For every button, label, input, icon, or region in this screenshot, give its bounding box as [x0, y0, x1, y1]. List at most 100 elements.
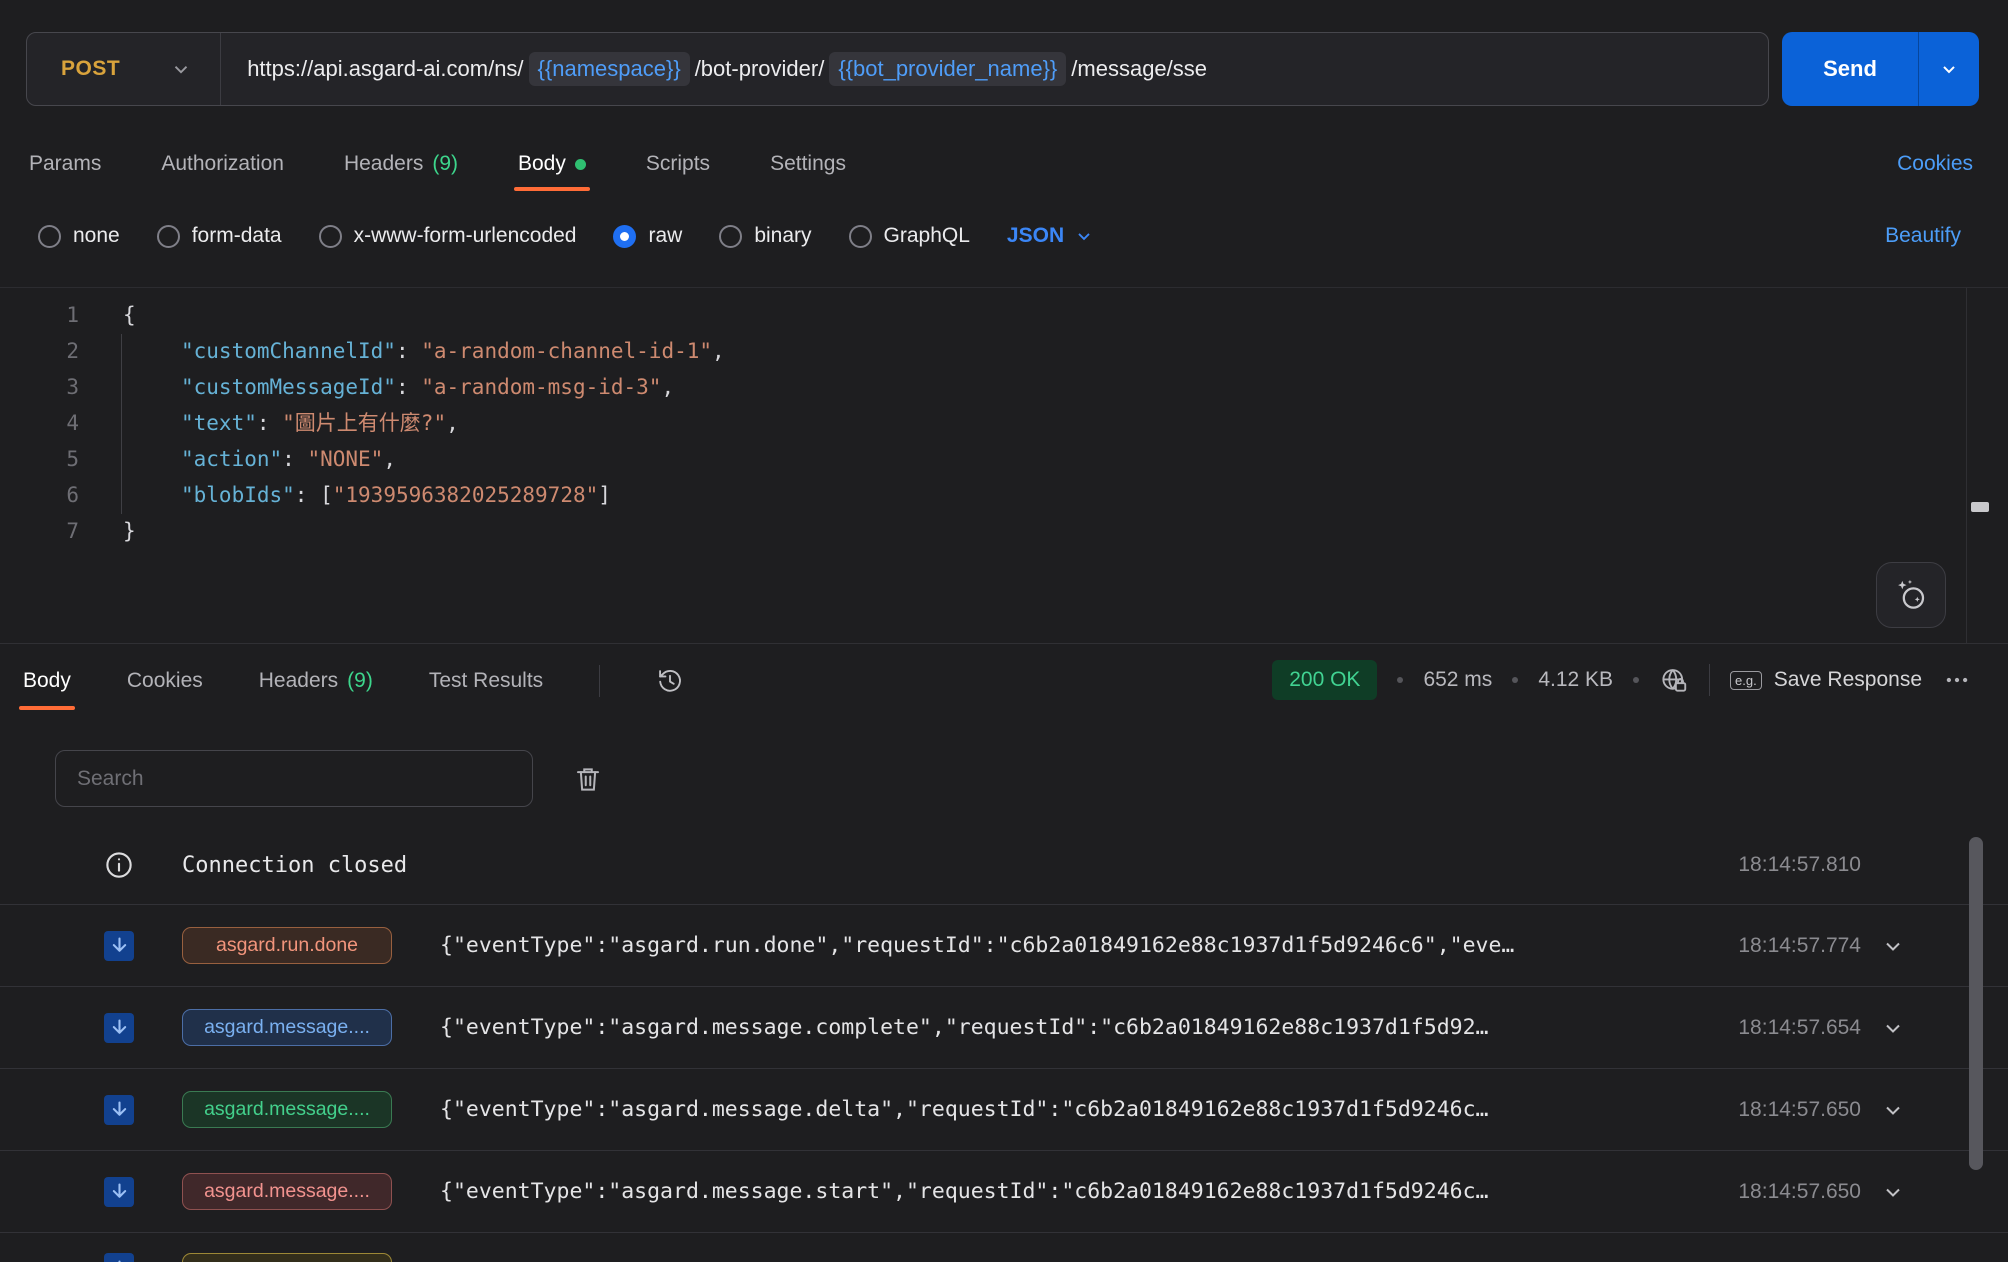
expand-chevron-icon[interactable]	[1881, 934, 1905, 958]
response-tabs: Body Cookies Headers (9) Test Results	[23, 665, 684, 697]
event-payload: {"eventType":"asgard.message.complete","…	[440, 1015, 1671, 1040]
event-payload: {"eventType":"asgard.message.start","req…	[440, 1179, 1671, 1204]
separator-dot	[1633, 677, 1639, 683]
code-line: 3 "customMessageId": "a-random-msg-id-3"…	[0, 369, 2008, 405]
response-time: 652 ms	[1423, 668, 1492, 692]
download-arrow-icon	[104, 1253, 134, 1262]
tab-authorization[interactable]: Authorization	[161, 152, 284, 176]
event-type-badge: asgard.message....	[182, 1009, 392, 1046]
event-row-run-done[interactable]: asgard.run.done {"eventType":"asgard.run…	[0, 905, 2008, 987]
chevron-down-icon	[1074, 226, 1094, 246]
event-row-message-complete[interactable]: asgard.message.... {"eventType":"asgard.…	[0, 987, 2008, 1069]
event-type-badge: asgard.message....	[182, 1173, 392, 1210]
language-selector[interactable]: JSON	[1007, 224, 1094, 248]
mode-form-data[interactable]: form-data	[157, 224, 282, 248]
method-selector[interactable]: POST	[27, 57, 220, 81]
code-line: 5 "action": "NONE",	[0, 441, 2008, 477]
example-icon: e.g.	[1730, 671, 1762, 690]
indent-guide	[121, 334, 122, 514]
cookies-link[interactable]: Cookies	[1897, 152, 1973, 176]
headers-count: (9)	[432, 152, 458, 176]
radio-icon	[38, 225, 61, 248]
line-number: 3	[0, 369, 79, 405]
url-bar[interactable]: POST https://api.asgard-ai.com/ns/ {{nam…	[26, 32, 1769, 106]
expand-chevron-icon[interactable]	[1881, 1180, 1905, 1204]
method-label: POST	[61, 57, 120, 81]
radio-icon	[849, 225, 872, 248]
event-row-partial[interactable]	[0, 1233, 2008, 1262]
response-header: Body Cookies Headers (9) Test Results 20…	[0, 643, 2008, 750]
tab-body[interactable]: Body	[518, 152, 586, 176]
response-history-button[interactable]	[656, 667, 684, 695]
beautify-button[interactable]: Beautify	[1885, 224, 1961, 248]
event-type-badge: asgard.run.done	[182, 927, 392, 964]
chevron-down-icon	[1939, 59, 1959, 79]
url-input[interactable]: https://api.asgard-ai.com/ns/ {{namespac…	[221, 52, 1207, 86]
send-button[interactable]: Send	[1782, 32, 1918, 106]
url-variable-bot-provider-name[interactable]: {{bot_provider_name}}	[829, 52, 1066, 86]
event-timestamp: 18:14:57.650	[1691, 1098, 1861, 1122]
tab-settings[interactable]: Settings	[770, 152, 846, 176]
response-search-row	[55, 750, 603, 807]
separator-dot	[1512, 677, 1518, 683]
download-arrow-icon	[104, 1177, 134, 1207]
expand-chevron-icon[interactable]	[1881, 1098, 1905, 1122]
event-row-message-start[interactable]: asgard.message.... {"eventType":"asgard.…	[0, 1151, 2008, 1233]
radio-selected-icon	[613, 225, 636, 248]
mode-binary[interactable]: binary	[719, 224, 811, 248]
tab-params[interactable]: Params	[29, 152, 101, 176]
save-response-button[interactable]: e.g. Save Response	[1730, 668, 1922, 692]
event-type-badge: asgard.message....	[182, 1091, 392, 1128]
event-stream-list: Connection closed 18:14:57.810 asgard.ru…	[0, 826, 2008, 1262]
event-payload: {"eventType":"asgard.message.delta","req…	[440, 1097, 1671, 1122]
event-timestamp: 18:14:57.774	[1691, 934, 1861, 958]
request-body-editor[interactable]: 1 { 2 "customChannelId": "a-random-chann…	[0, 287, 2008, 643]
line-number: 5	[0, 441, 79, 477]
download-arrow-icon	[104, 1013, 134, 1043]
divider	[599, 665, 600, 697]
ellipsis-icon	[1942, 665, 1972, 695]
trash-icon	[573, 764, 603, 794]
status-badge: 200 OK	[1272, 660, 1377, 700]
event-row-message-delta[interactable]: asgard.message.... {"eventType":"asgard.…	[0, 1069, 2008, 1151]
response-headers-count: (9)	[347, 669, 373, 693]
clear-events-button[interactable]	[573, 764, 603, 794]
url-variable-namespace[interactable]: {{namespace}}	[529, 52, 690, 86]
code-line: 4 "text": "圖片上有什麼?",	[0, 405, 2008, 441]
send-options-button[interactable]	[1918, 32, 1979, 106]
tab-scripts[interactable]: Scripts	[646, 152, 710, 176]
download-arrow-icon	[104, 1095, 134, 1125]
events-scrollbar-thumb[interactable]	[1969, 837, 1983, 1170]
radio-icon	[319, 225, 342, 248]
radio-icon	[719, 225, 742, 248]
separator-dot	[1397, 677, 1403, 683]
more-options-button[interactable]	[1942, 665, 1972, 695]
mode-raw[interactable]: raw	[613, 224, 682, 248]
mode-graphql[interactable]: GraphQL	[849, 224, 970, 248]
event-message: Connection closed	[182, 853, 1671, 878]
body-modified-dot	[575, 159, 586, 170]
event-payload: {"eventType":"asgard.run.done","requestI…	[440, 933, 1671, 958]
line-number: 4	[0, 405, 79, 441]
tab-response-body[interactable]: Body	[23, 669, 71, 693]
editor-scroll-track	[1966, 288, 1967, 643]
tab-response-headers[interactable]: Headers (9)	[259, 669, 373, 693]
search-input[interactable]	[55, 750, 533, 807]
expand-chevron-icon[interactable]	[1881, 1016, 1905, 1040]
tab-test-results[interactable]: Test Results	[429, 669, 543, 693]
editor-scrollbar-thumb[interactable]	[1971, 502, 1989, 512]
tab-response-cookies[interactable]: Cookies	[127, 669, 203, 693]
body-mode-row: none form-data x-www-form-urlencoded raw…	[38, 216, 1961, 256]
url-segment: https://api.asgard-ai.com/ns/	[247, 56, 523, 82]
line-number: 1	[0, 297, 79, 333]
clock-history-icon	[656, 667, 684, 695]
request-tabs: Params Authorization Headers (9) Body Sc…	[29, 141, 1973, 187]
line-number: 2	[0, 333, 79, 369]
network-globe-lock-icon	[1659, 665, 1689, 695]
tab-headers[interactable]: Headers (9)	[344, 152, 458, 176]
mode-x-www-form-urlencoded[interactable]: x-www-form-urlencoded	[319, 224, 577, 248]
mode-none[interactable]: none	[38, 224, 120, 248]
event-row-connection-closed[interactable]: Connection closed 18:14:57.810	[0, 826, 2008, 905]
postbot-button[interactable]	[1876, 562, 1946, 628]
divider	[1709, 664, 1710, 696]
